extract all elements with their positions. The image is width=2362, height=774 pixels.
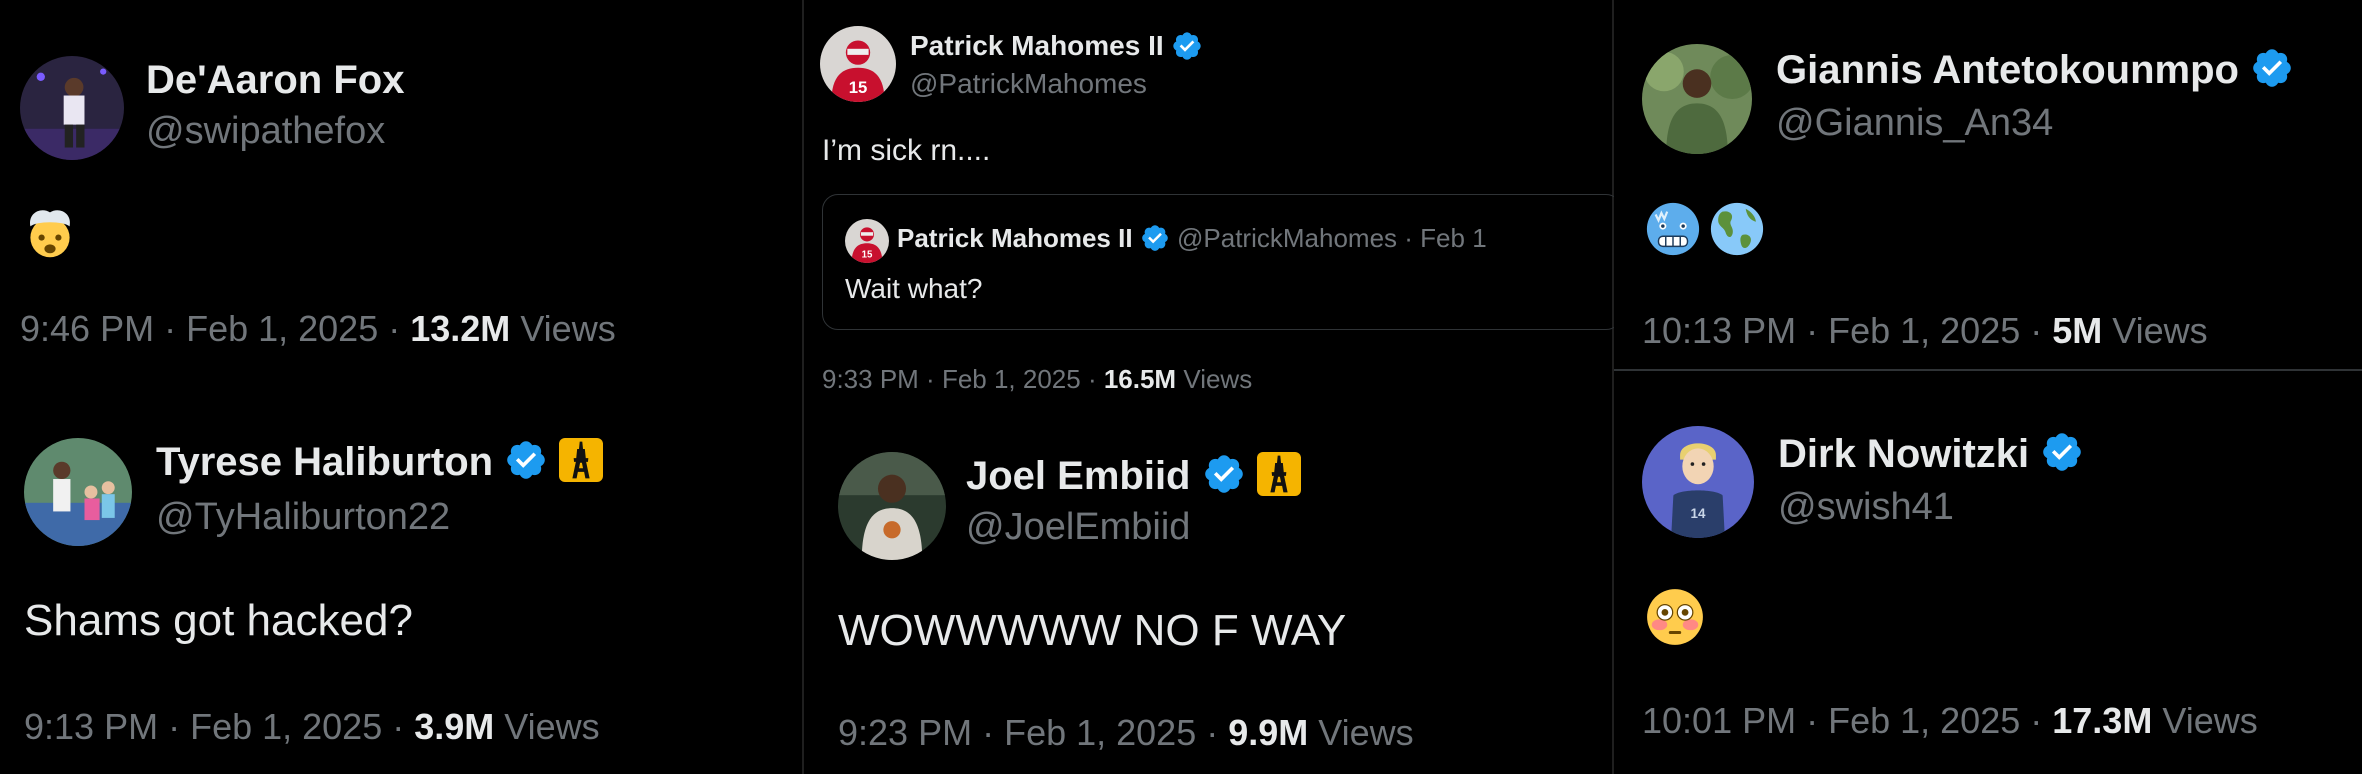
display-name-row[interactable]: Giannis Antetokounmpo: [1776, 48, 2294, 94]
tweet-time[interactable]: 9:13 PM: [24, 706, 158, 747]
tweet-time[interactable]: 9:33 PM: [822, 364, 919, 394]
avatar[interactable]: [838, 452, 946, 560]
tweet-meta: 10:01 PM · Feb 1, 2025 · 17.3M Views: [1642, 700, 2258, 741]
views-label: Views: [2162, 700, 2258, 741]
views-count: 9.9M: [1228, 712, 1309, 753]
tweet-card-mahomes[interactable]: 15 Patrick Mahomes II @PatrickMahomes I’…: [804, 0, 1622, 410]
globe-americas-emoji: [1708, 200, 1766, 258]
views-label: Views: [504, 706, 600, 747]
tweet-meta: 9:13 PM · Feb 1, 2025 · 3.9M Views: [24, 706, 600, 747]
views-count: 5M: [2052, 310, 2103, 351]
user-handle[interactable]: @PatrickMahomes: [910, 68, 1147, 100]
display-name[interactable]: Tyrese Haliburton: [156, 440, 493, 484]
svg-text:15: 15: [849, 78, 868, 97]
eiffel-tower-icon: [1256, 452, 1301, 497]
user-handle[interactable]: @JoelEmbiid: [966, 506, 1190, 549]
views-count: 17.3M: [2052, 700, 2153, 741]
tweet-time[interactable]: 10:13 PM: [1642, 310, 1796, 351]
views-count: 3.9M: [414, 706, 495, 747]
tweet-card-nowitzki[interactable]: 14 Dirk Nowitzki @swish41 10:01 PM · Feb…: [1614, 372, 2362, 774]
tweet-meta: 10:13 PM · Feb 1, 2025 · 5M Views: [1642, 310, 2208, 351]
tweet-date[interactable]: Feb 1, 2025: [190, 706, 382, 747]
verified-badge-icon: [1140, 223, 1170, 253]
tweet-text: I’m sick rn....: [822, 134, 991, 167]
quoted-tweet[interactable]: 15 Patrick Mahomes II @PatrickMahomes · …: [822, 194, 1622, 330]
display-name-row[interactable]: Patrick Mahomes II: [910, 30, 1203, 64]
verified-badge-icon: [1202, 452, 1246, 496]
tweet-card-giannis[interactable]: Giannis Antetokounmpo @Giannis_An34 10:1…: [1614, 0, 2362, 368]
user-handle[interactable]: @swipathefox: [146, 110, 385, 153]
views-label: Views: [2112, 310, 2208, 351]
quoted-text: Wait what?: [845, 273, 983, 304]
verified-badge-icon: [2040, 430, 2084, 474]
display-name[interactable]: Patrick Mahomes II: [910, 30, 1164, 61]
display-name[interactable]: De'Aaron Fox: [146, 58, 404, 103]
tweet-time[interactable]: 9:23 PM: [838, 712, 972, 753]
verified-badge-icon: [1171, 30, 1203, 62]
quoted-header: Patrick Mahomes II @PatrickMahomes · Feb…: [897, 223, 1487, 255]
eiffel-tower-icon: [559, 438, 604, 483]
display-name[interactable]: Joel Embiid: [966, 454, 1191, 498]
tweet-card-embiid[interactable]: Joel Embiid @JoelEmbiid WOWWWWW NO F WAY…: [804, 410, 1610, 774]
tweet-date[interactable]: Feb 1, 2025: [1004, 712, 1196, 753]
tweet-meta: 9:33 PM · Feb 1, 2025 · 16.5M Views: [822, 364, 1253, 394]
views-label: Views: [1183, 364, 1253, 394]
svg-text:15: 15: [862, 250, 873, 261]
tweet-card-haliburton[interactable]: Tyrese Haliburton @TyHaliburton22 Shams …: [0, 420, 800, 774]
quoted-date[interactable]: Feb 1: [1420, 223, 1487, 253]
avatar[interactable]: 15: [820, 26, 896, 102]
quoted-display-name[interactable]: Patrick Mahomes II: [897, 223, 1133, 253]
flushed-face-emoji: [1644, 586, 1706, 648]
tweet-date[interactable]: Feb 1, 2025: [1828, 310, 2020, 351]
tweet-date[interactable]: Feb 1, 2025: [1828, 700, 2020, 741]
display-name-row[interactable]: Joel Embiid: [966, 452, 1301, 500]
user-handle[interactable]: @swish41: [1778, 486, 1954, 529]
separator-dot: ·: [1404, 223, 1413, 253]
tweet-date[interactable]: Feb 1, 2025: [186, 308, 378, 349]
display-name[interactable]: Giannis Antetokounmpo: [1776, 48, 2239, 92]
tweet-time[interactable]: 10:01 PM: [1642, 700, 1796, 741]
exploding-head-emoji: [22, 204, 78, 260]
user-handle[interactable]: @Giannis_An34: [1776, 102, 2053, 145]
verified-badge-icon: [504, 438, 548, 482]
views-label: Views: [520, 308, 616, 349]
tweet-meta: 9:23 PM · Feb 1, 2025 · 9.9M Views: [838, 712, 1414, 753]
user-handle[interactable]: @TyHaliburton22: [156, 496, 450, 539]
verified-badge-icon: [2250, 46, 2294, 90]
avatar[interactable]: [20, 56, 124, 160]
views-count: 13.2M: [410, 308, 511, 349]
views-count: 16.5M: [1103, 364, 1177, 394]
avatar[interactable]: 14: [1642, 426, 1754, 538]
tweet-date[interactable]: Feb 1, 2025: [942, 364, 1081, 394]
svg-text:14: 14: [1691, 506, 1706, 521]
tweet-text: Shams got hacked?: [24, 596, 413, 645]
quoted-handle[interactable]: @PatrickMahomes: [1177, 223, 1397, 253]
tweet-card-fox[interactable]: De'Aaron Fox @swipathefox 9:46 PM · Feb …: [0, 0, 800, 420]
display-name-row[interactable]: Tyrese Haliburton: [156, 438, 604, 486]
tweet-text: WOWWWWW NO F WAY: [838, 606, 1347, 655]
display-name-row[interactable]: Dirk Nowitzki: [1778, 432, 2084, 478]
avatar[interactable]: 15: [845, 219, 889, 263]
display-name[interactable]: Dirk Nowitzki: [1778, 432, 2029, 476]
tweet-time[interactable]: 9:46 PM: [20, 308, 154, 349]
cold-face-emoji: [1644, 200, 1702, 258]
tweet-meta: 9:46 PM · Feb 1, 2025 · 13.2M Views: [20, 308, 616, 349]
avatar[interactable]: [1642, 44, 1752, 154]
views-label: Views: [1318, 712, 1414, 753]
avatar[interactable]: [24, 438, 132, 546]
row-divider: [1614, 369, 2362, 371]
